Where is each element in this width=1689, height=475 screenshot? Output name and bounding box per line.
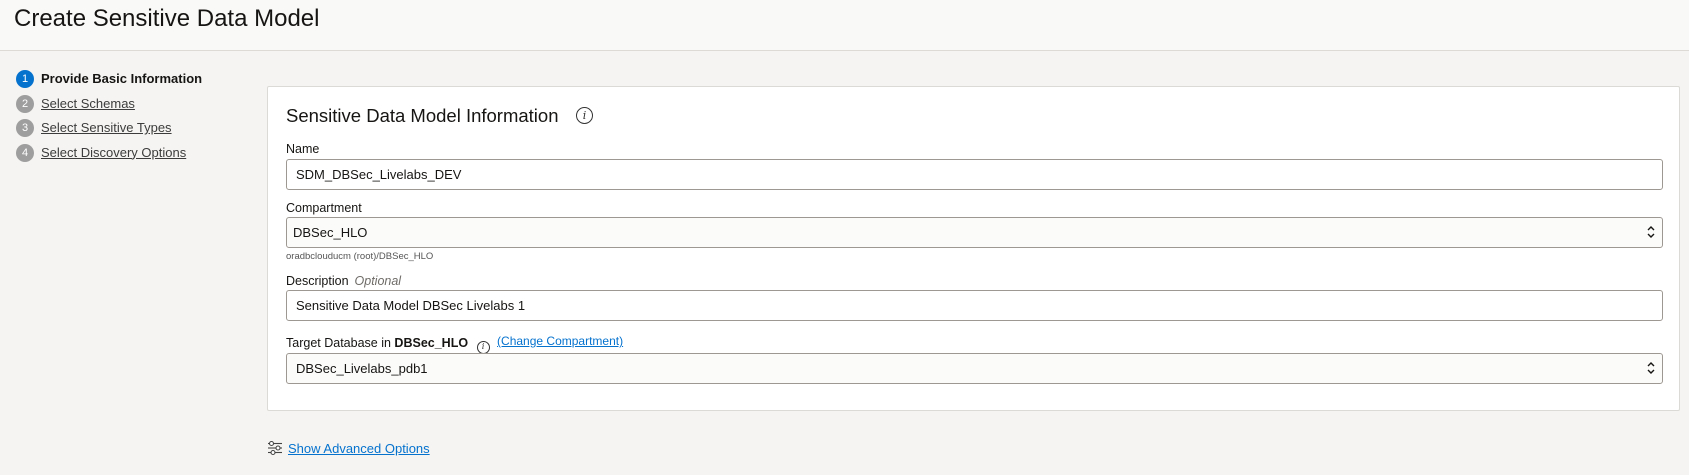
step-number: 4	[16, 143, 34, 162]
sliders-icon	[268, 440, 282, 456]
step-select-schemas[interactable]: 2 Select Schemas	[16, 93, 236, 118]
page-title: Create Sensitive Data Model	[14, 5, 320, 32]
show-advanced-options-link[interactable]: Show Advanced Options	[288, 441, 430, 457]
name-input[interactable]: SDM_DBSec_Livelabs_DEV	[286, 159, 1663, 190]
target-compartment-name: DBSec_HLO	[394, 336, 469, 350]
up-down-chevron-icon	[1647, 226, 1655, 238]
target-database-value: DBSec_Livelabs_pdb1	[296, 361, 428, 376]
step-number: 3	[16, 119, 34, 137]
step-number: 2	[16, 94, 34, 113]
name-label: Name	[286, 142, 320, 156]
step-label[interactable]: Select Schemas	[41, 95, 135, 112]
step-basic-information[interactable]: 1 Provide Basic Information	[16, 68, 236, 93]
compartment-value: DBSec_HLO	[293, 225, 368, 240]
wizard-steps: 1 Provide Basic Information 2 Select Sch…	[16, 68, 236, 166]
target-label-text: Target Database in	[286, 336, 391, 350]
step-label: Provide Basic Information	[41, 71, 203, 86]
compartment-label: Compartment	[286, 201, 362, 215]
step-select-discovery-options[interactable]: 4 Select Discovery Options	[16, 142, 236, 167]
optional-tag: Optional	[354, 274, 402, 288]
page-header: Create Sensitive Data Model	[0, 0, 1689, 51]
panel-title: Sensitive Data Model Information	[286, 105, 559, 126]
step-number: 1	[16, 70, 34, 88]
up-down-chevron-icon	[1647, 362, 1655, 374]
description-label: Description Optional	[286, 273, 401, 289]
compartment-select[interactable]: DBSec_HLO	[286, 217, 1663, 248]
description-label-text: Description	[286, 274, 349, 288]
sdm-information-panel: Sensitive Data Model Information i Name …	[267, 86, 1680, 411]
step-select-sensitive-types[interactable]: 3 Select Sensitive Types	[16, 117, 236, 142]
compartment-path-hint: oradbclouducm (root)/DBSec_HLO	[286, 251, 434, 262]
description-input[interactable]: Sensitive Data Model DBSec Livelabs 1	[286, 290, 1663, 321]
target-database-select[interactable]: DBSec_Livelabs_pdb1	[286, 353, 1663, 384]
info-icon[interactable]: i	[576, 107, 593, 124]
target-database-label: Target Database in DBSec_HLO i (Change C…	[286, 334, 623, 354]
step-label[interactable]: Select Discovery Options	[41, 144, 186, 161]
step-label[interactable]: Select Sensitive Types	[41, 119, 172, 136]
change-compartment-link[interactable]: (Change Compartment)	[497, 334, 623, 348]
